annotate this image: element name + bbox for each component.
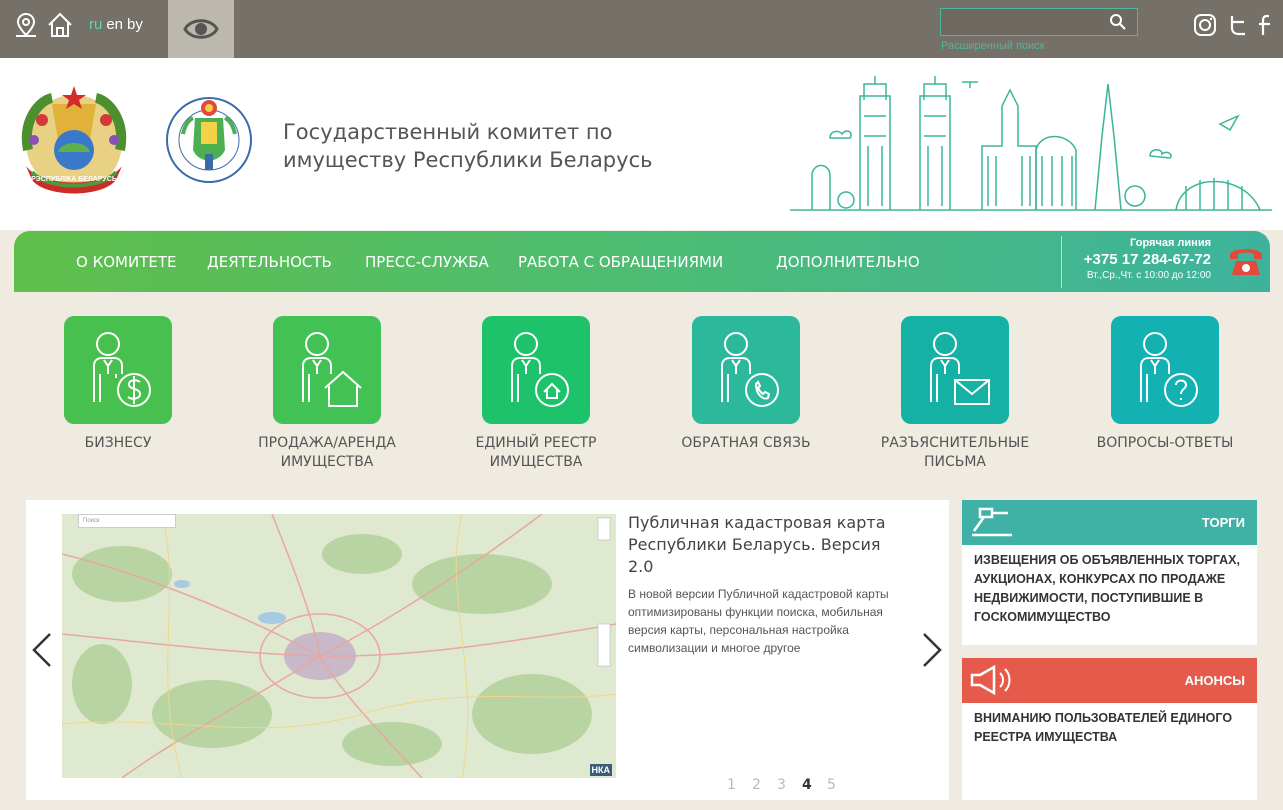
tile-letters-label[interactable]: РАЗЪЯСНИТЕЛЬНЫЕ ПИСЬМА — [855, 434, 1055, 472]
facebook-icon[interactable] — [1254, 13, 1278, 37]
site-title: Государственный комитет по имуществу Рес… — [283, 120, 653, 172]
nav-appeals[interactable]: РАБОТА С ОБРАЩЕНИЯМИ — [518, 253, 723, 271]
site-header: РЭСПУБЛІКА БЕЛАРУСЬ Государственный коми… — [0, 58, 1283, 230]
search-input[interactable] — [941, 9, 1101, 35]
cadastral-map-image[interactable]: Поиск НКА — [62, 514, 616, 778]
person-dollar-icon — [93, 332, 151, 407]
slider-prev-arrow[interactable] — [30, 632, 54, 668]
tile-faq[interactable] — [1111, 316, 1219, 424]
nav-additional[interactable]: ДОПОЛНИТЕЛЬНО — [776, 253, 920, 271]
card-auctions[interactable]: ТОРГИ ИЗВЕЩЕНИЯ ОБ ОБЪЯВЛЕННЫХ ТОРГАХ, А… — [962, 500, 1257, 645]
card-auctions-header[interactable]: ТОРГИ — [962, 500, 1257, 545]
card-announcements-text[interactable]: ВНИМАНИЮ ПОЛЬЗОВАТЕЛЕЙ ЕДИНОГО РЕЕСТРА И… — [962, 703, 1257, 753]
person-house-icon — [302, 332, 362, 407]
accessibility-button[interactable] — [168, 0, 234, 58]
pager-page-2[interactable]: 2 — [752, 777, 761, 793]
tile-registry-label[interactable]: ЕДИНЫЙ РЕЕСТР ИМУЩЕСТВА — [436, 434, 636, 472]
hotline-label: Горячая линия — [1130, 237, 1211, 249]
slide-title[interactable]: Публичная кадастровая карта Республики Б… — [628, 512, 888, 578]
tile-registry[interactable] — [482, 316, 590, 424]
slider-next-arrow[interactable] — [920, 632, 944, 668]
nav-press[interactable]: ПРЕСС-СЛУЖБА — [365, 253, 489, 271]
hotline-phone[interactable]: +375 17 284-67-72 — [1062, 251, 1211, 268]
map-search-input[interactable]: Поиск — [78, 514, 176, 528]
tile-sale-rent[interactable] — [273, 316, 381, 424]
pager-page-3[interactable]: 3 — [777, 777, 786, 793]
tile-business[interactable] — [64, 316, 172, 424]
slide-text: В новой версии Публичной кадастровой кар… — [628, 587, 889, 655]
emblem-text: РЭСПУБЛІКА БЕЛАРУСЬ — [31, 176, 117, 183]
tile-faq-label[interactable]: ВОПРОСЫ-ОТВЕТЫ — [1065, 434, 1265, 453]
instagram-icon[interactable] — [1193, 13, 1217, 37]
pager-page-5[interactable]: 5 — [827, 777, 836, 793]
search-icon[interactable] — [1109, 13, 1127, 31]
person-registry-icon — [511, 332, 569, 407]
lang-en[interactable]: en — [106, 16, 123, 33]
location-icon[interactable] — [12, 11, 40, 39]
twitter-icon[interactable] — [1226, 13, 1250, 37]
tile-feedback-label[interactable]: ОБРАТНАЯ СВЯЗЬ — [646, 434, 846, 453]
card-auctions-text[interactable]: ИЗВЕЩЕНИЯ ОБ ОБЪЯВЛЕННЫХ ТОРГАХ, АУКЦИОН… — [962, 545, 1257, 633]
hotline: Горячая линия +375 17 284-67-72 Вт.,Ср.,… — [1061, 236, 1211, 288]
lang-by[interactable]: by — [127, 16, 143, 33]
card-announcements[interactable]: АНОНСЫ ВНИМАНИЮ ПОЛЬЗОВАТЕЛЕЙ ЕДИНОГО РЕ… — [962, 658, 1257, 800]
telephone-icon[interactable] — [1226, 241, 1266, 281]
search-box — [940, 8, 1138, 36]
card-auctions-title: ТОРГИ — [1201, 515, 1245, 530]
map-logo: НКА — [589, 764, 612, 776]
city-skyline-illustration — [790, 76, 1272, 211]
card-announcements-header[interactable]: АНОНСЫ — [962, 658, 1257, 703]
map-graphic — [62, 514, 616, 778]
main-nav: О КОМИТЕТЕ ДЕЯТЕЛЬНОСТЬ ПРЕСС-СЛУЖБА РАБ… — [14, 231, 1270, 292]
tile-letters[interactable] — [901, 316, 1009, 424]
gavel-icon — [972, 507, 1012, 537]
person-question-icon — [1140, 332, 1198, 407]
person-phone-icon — [721, 332, 779, 407]
committee-emblem[interactable] — [165, 94, 253, 186]
pager-page-1[interactable]: 1 — [727, 777, 736, 793]
advanced-search-link[interactable]: Расширенный поиск — [941, 40, 1045, 52]
lang-ru[interactable]: ru — [89, 16, 102, 33]
tile-business-label[interactable]: БИЗНЕСУ — [18, 434, 218, 453]
top-bar: ru en by Расширенный поиск — [0, 0, 1283, 58]
tile-feedback[interactable] — [692, 316, 800, 424]
hotline-hours: Вт.,Ср.,Чт. с 10:00 до 12:00 — [1086, 270, 1211, 281]
state-emblem[interactable]: РЭСПУБЛІКА БЕЛАРУСЬ — [12, 80, 136, 206]
eye-icon — [183, 19, 219, 39]
tile-sale-rent-label[interactable]: ПРОДАЖА/АРЕНДА ИМУЩЕСТВА — [227, 434, 427, 472]
card-announcements-title: АНОНСЫ — [1184, 673, 1245, 688]
nav-about[interactable]: О КОМИТЕТЕ — [76, 253, 176, 271]
language-switcher: ru en by — [89, 16, 147, 33]
person-letter-icon — [930, 332, 990, 405]
megaphone-icon — [970, 664, 1011, 696]
pager-page-4[interactable]: 4 — [802, 777, 812, 793]
home-icon[interactable] — [46, 11, 74, 39]
nav-activity[interactable]: ДЕЯТЕЛЬНОСТЬ — [207, 253, 332, 271]
